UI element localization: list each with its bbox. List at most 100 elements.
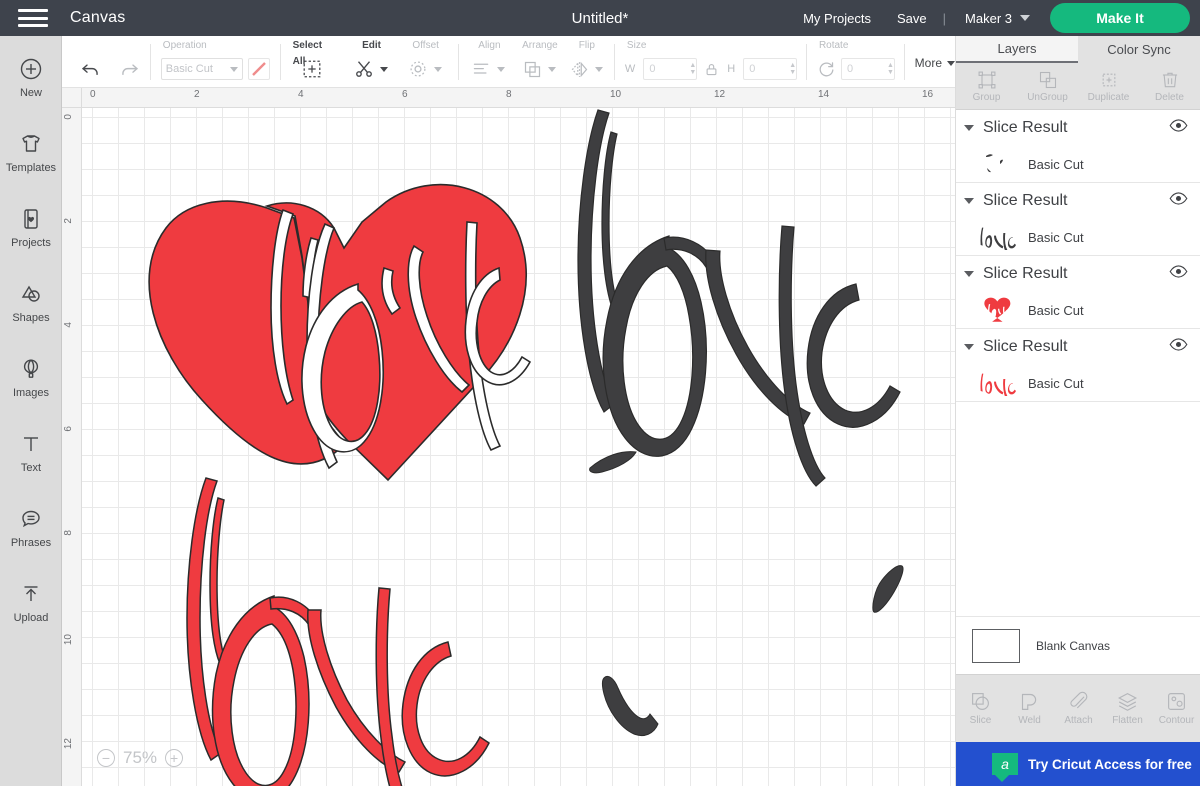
lock-aspect-icon[interactable] (704, 62, 719, 77)
tab-layers[interactable]: Layers (956, 36, 1078, 63)
sidebar-item-phrases[interactable]: Phrases (0, 498, 62, 556)
chevron-down-icon[interactable] (964, 271, 974, 277)
zoom-out-button[interactable]: − (97, 749, 115, 767)
sidebar-item-upload[interactable]: Upload (0, 573, 62, 631)
arrange-icon[interactable] (522, 59, 543, 80)
group-button[interactable]: Group (956, 63, 1017, 109)
flatten-button[interactable]: Flatten (1103, 675, 1152, 742)
width-stepper[interactable]: ▲ ▼ (689, 62, 696, 76)
heart-love-red[interactable] (148, 183, 532, 482)
text-t-icon (19, 430, 43, 458)
visibility-eye-icon[interactable] (1169, 119, 1188, 137)
promo-text: Try Cricut Access for free (1028, 756, 1192, 772)
blank-canvas-row[interactable]: Blank Canvas (956, 616, 1200, 674)
make-it-button[interactable]: Make It (1050, 3, 1190, 33)
toolbar-separator (279, 44, 281, 80)
redo-icon[interactable] (119, 59, 140, 80)
chevron-down-icon[interactable] (594, 66, 603, 72)
tab-color-sync[interactable]: Color Sync (1078, 36, 1200, 63)
delete-button[interactable]: Delete (1139, 63, 1200, 109)
contour-button[interactable]: Contour (1152, 675, 1200, 742)
undo-icon[interactable] (80, 59, 101, 80)
my-projects-link[interactable]: My Projects (790, 11, 884, 26)
visibility-eye-icon[interactable] (1169, 192, 1188, 210)
ruler-v-tick: 4 (63, 322, 74, 328)
chevron-down-icon[interactable] (380, 66, 389, 72)
attach-button[interactable]: Attach (1054, 675, 1103, 742)
rotate-stepper[interactable]: ▲ ▼ (887, 62, 894, 76)
layer-group-header[interactable]: Slice Result (956, 183, 1200, 219)
operation-select[interactable]: Basic Cut (160, 58, 243, 80)
sidebar-label: Shapes (12, 312, 50, 324)
layer-group: Slice Result Basic Cut (956, 256, 1200, 329)
sidebar-item-projects[interactable]: Projects (0, 198, 62, 256)
contour-label: Contour (1158, 715, 1195, 726)
layer-group-header[interactable]: Slice Result (956, 110, 1200, 146)
select-all-icon[interactable] (301, 58, 323, 80)
right-panel: Layers Color Sync Group UnGroup Duplicat… (955, 36, 1200, 786)
cricut-access-promo[interactable]: a Try Cricut Access for free (956, 742, 1200, 786)
height-value: 0 (749, 63, 756, 75)
flip-icon[interactable] (569, 59, 590, 80)
layer-group-title: Slice Result (983, 265, 1068, 282)
sidebar-item-shapes[interactable]: Shapes (0, 273, 62, 331)
plus-circle-icon (19, 55, 43, 83)
love-script-red[interactable] (186, 477, 490, 786)
machine-selector[interactable]: Maker 3 (949, 11, 1030, 26)
edit-title: Edit (362, 40, 382, 51)
duplicate-button[interactable]: Duplicate (1078, 63, 1139, 109)
sidebar-item-images[interactable]: Images (0, 348, 62, 406)
sidebar-item-new[interactable]: New (0, 48, 62, 106)
chevron-down-icon[interactable] (547, 66, 556, 72)
visibility-eye-icon[interactable] (1169, 265, 1188, 283)
zoom-in-button[interactable]: + (165, 749, 184, 767)
layer-row[interactable]: Basic Cut (956, 292, 1200, 328)
ruler-h-tick: 16 (922, 89, 934, 100)
chevron-down-icon[interactable] (434, 66, 443, 72)
layer-group-header[interactable]: Slice Result (956, 256, 1200, 292)
layer-group-header[interactable]: Slice Result (956, 329, 1200, 365)
chevron-down-icon[interactable] (964, 344, 974, 350)
align-icon[interactable] (471, 59, 492, 80)
ungroup-button[interactable]: UnGroup (1017, 63, 1078, 109)
layer-row[interactable]: Basic Cut (956, 365, 1200, 401)
more-button[interactable]: More (915, 56, 956, 70)
hamburger-menu-icon[interactable] (18, 9, 48, 27)
weld-button[interactable]: Weld (1005, 675, 1054, 742)
slice-button[interactable]: Slice (956, 675, 1005, 742)
visibility-eye-icon[interactable] (1169, 338, 1188, 356)
canvas-artwork (148, 109, 904, 786)
offset-icon[interactable] (407, 58, 429, 80)
design-canvas[interactable]: 0 2 4 6 8 10 12 14 16 0 2 4 6 8 10 12 − … (62, 88, 955, 786)
layer-row[interactable]: Basic Cut (956, 146, 1200, 182)
toolbar-separator (457, 44, 459, 80)
layer-group: Slice Result Basic Cut (956, 329, 1200, 402)
chevron-down-icon[interactable] (964, 125, 974, 131)
sidebar-item-templates[interactable]: Templates (0, 123, 62, 181)
rotate-icon[interactable] (817, 60, 836, 79)
toolbar-separator (614, 44, 615, 80)
layer-row[interactable]: Basic Cut (956, 219, 1200, 255)
size-group: Size W 0 ▲ ▼ H 0 ▲ ▼ (625, 38, 798, 86)
size-title: Size (626, 40, 647, 51)
height-label: H (727, 63, 736, 75)
width-value: 0 (649, 63, 656, 75)
chevron-down-icon[interactable] (497, 66, 506, 72)
toolbar-separator (150, 44, 151, 80)
sidebar-item-text[interactable]: Text (0, 423, 62, 481)
height-stepper[interactable]: ▲ ▼ (789, 62, 796, 76)
chevron-down-icon[interactable] (964, 198, 974, 204)
line-color-swatch[interactable] (247, 58, 270, 80)
slice-fragment-3 (602, 675, 659, 737)
slice-fragments[interactable] (589, 451, 904, 737)
edit-scissors-icon[interactable] (353, 58, 375, 80)
save-button[interactable]: Save (884, 11, 940, 26)
select-all-title: Select All (292, 40, 323, 67)
sidebar-label: Upload (13, 612, 49, 624)
rotate-group: Rotate 0 ▲ ▼ (817, 38, 895, 86)
blank-canvas-swatch[interactable] (972, 628, 1020, 663)
speech-bubble-icon (19, 505, 43, 533)
love-script-dark[interactable] (577, 109, 901, 487)
cricut-access-badge: a (992, 753, 1018, 782)
ruler-v-tick: 0 (63, 114, 74, 120)
